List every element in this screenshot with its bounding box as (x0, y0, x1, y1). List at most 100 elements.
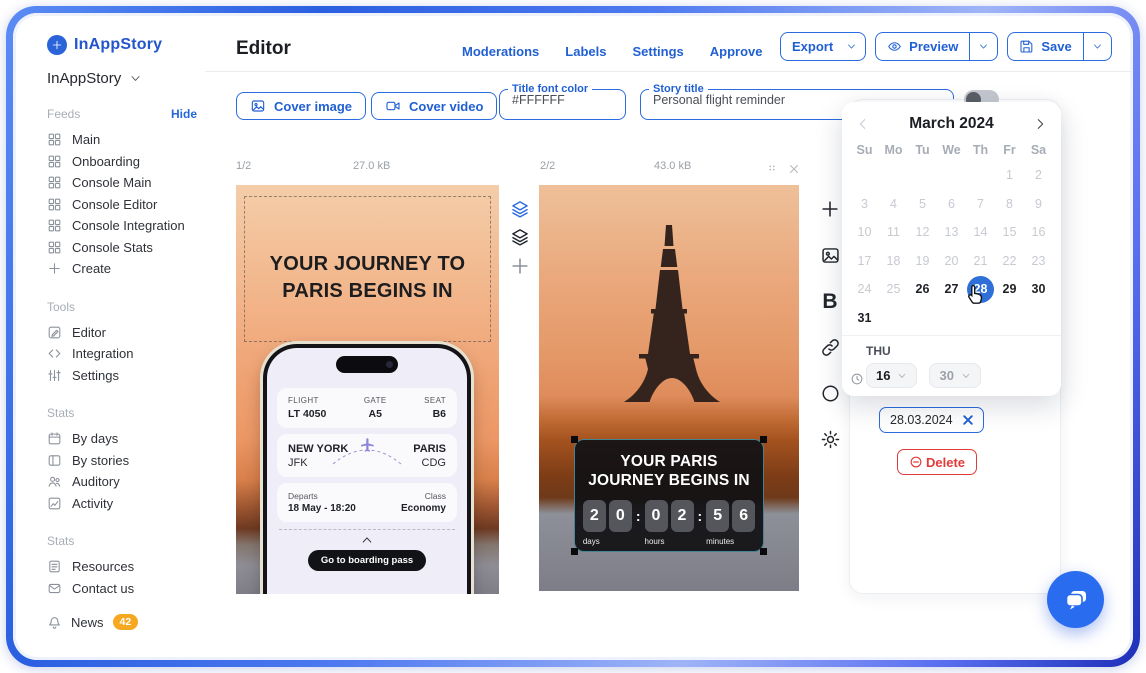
chevron-down-icon (129, 72, 142, 85)
clear-date-icon[interactable] (961, 413, 975, 427)
chat-launcher-button[interactable] (1047, 571, 1104, 628)
sidebar-item-auditory[interactable]: Auditory (47, 471, 205, 493)
calendar-day-23[interactable]: 23 (1024, 247, 1053, 276)
sidebar-item-news[interactable]: News 42 (47, 614, 139, 630)
calendar-day-31[interactable]: 31 (850, 304, 879, 333)
sidebar-item-create[interactable]: Create (47, 258, 205, 280)
slide1-canvas[interactable]: YOUR JOURNEY TO PARIS BEGINS IN FLIGHT LT… (236, 185, 499, 594)
export-button[interactable]: Export (780, 32, 867, 61)
layers-front-icon[interactable] (510, 199, 530, 219)
header-link-settings[interactable]: Settings (632, 44, 683, 59)
calendar-day-19[interactable]: 19 (908, 247, 937, 276)
page-title: Editor (236, 38, 291, 59)
sidebar-item-integration[interactable]: Integration (47, 343, 205, 365)
calendar-day-20[interactable]: 20 (937, 247, 966, 276)
calendar-day-9[interactable]: 9 (1024, 190, 1053, 219)
save-button[interactable]: Save (1008, 33, 1082, 60)
sidebar-item-by-days[interactable]: By days (47, 428, 205, 450)
countdown-digit: 0 (644, 499, 668, 532)
minute-select[interactable]: 30 (929, 363, 981, 388)
calendar-day-5[interactable]: 5 (908, 190, 937, 219)
brand-logo[interactable]: InAppStory (47, 35, 205, 55)
sidebar-item-console-integration[interactable]: Console Integration (47, 215, 205, 237)
calendar-day-4[interactable]: 4 (879, 190, 908, 219)
add-shape-button[interactable] (819, 382, 841, 404)
sidebar-item-by-stories[interactable]: By stories (47, 450, 205, 472)
calendar-day-6[interactable]: 6 (937, 190, 966, 219)
next-month-button[interactable] (1033, 117, 1047, 131)
calendar-day-12[interactable]: 12 (908, 218, 937, 247)
calendar-day-15[interactable]: 15 (995, 218, 1024, 247)
sidebar-item-console-stats[interactable]: Console Stats (47, 237, 205, 259)
add-layer-icon[interactable] (509, 255, 531, 277)
calendar-day-3[interactable]: 3 (850, 190, 879, 219)
calendar-day-18[interactable]: 18 (879, 247, 908, 276)
save-dropdown-button[interactable] (1082, 33, 1111, 60)
header-link-approve[interactable]: Approve (710, 44, 763, 59)
boarding-pass-button[interactable]: Go to boarding pass (307, 550, 427, 572)
close-slide-icon[interactable] (787, 162, 801, 176)
sidebar-item-settings[interactable]: Settings (47, 365, 205, 387)
calendar-day-17[interactable]: 17 (850, 247, 879, 276)
calendar-days: 1 2 3 4 5 6 7 8 9 10 11 12 13 14 15 16 17 18 19 20 21 22 23 24 2… (842, 161, 1061, 332)
cover-image-button[interactable]: Cover image (236, 92, 367, 120)
add-link-button[interactable] (819, 336, 841, 358)
section-label-stats-2: Stats (47, 406, 75, 420)
calendar-day-22[interactable]: 22 (995, 247, 1024, 276)
sidebar-item-onboarding[interactable]: Onboarding (47, 151, 205, 173)
sidebar-item-activity[interactable]: Activity (47, 493, 205, 515)
sidebar-item-console-main[interactable]: Console Main (47, 172, 205, 194)
calendar-day-13[interactable]: 13 (937, 218, 966, 247)
settings-button[interactable] (819, 428, 841, 450)
cover-video-button[interactable]: Cover video (371, 92, 498, 120)
calendar-day-2[interactable]: 2 (1024, 161, 1053, 190)
calendar-day-30[interactable]: 30 (1024, 275, 1053, 304)
sidebar-item-contact-us[interactable]: Contact us (47, 578, 205, 600)
calendar-day-27[interactable]: 27 (937, 275, 966, 304)
add-image-button[interactable] (819, 244, 841, 266)
image-icon (250, 98, 266, 114)
preview-button[interactable]: Preview (876, 33, 969, 60)
calendar-day-16[interactable]: 16 (1024, 218, 1053, 247)
calendar-day-11[interactable]: 11 (879, 218, 908, 247)
calendar-day-8[interactable]: 8 (995, 190, 1024, 219)
calendar-day-21[interactable]: 21 (966, 247, 995, 276)
calendar-day-14[interactable]: 14 (966, 218, 995, 247)
calendar-day-1[interactable]: 1 (995, 161, 1024, 190)
hour-select[interactable]: 16 (866, 363, 918, 388)
chevron-down-icon (897, 371, 907, 381)
drag-handle-icon[interactable] (765, 162, 779, 176)
sidebar-item-resources[interactable]: Resources (47, 556, 205, 578)
title-font-color-value: #FFFFFF (512, 93, 565, 107)
chevron-down-icon (961, 371, 971, 381)
eye-icon (887, 39, 902, 54)
add-text-button[interactable]: B (819, 290, 841, 312)
calendar-day-26[interactable]: 26 (908, 275, 937, 304)
scheduled-date-chip[interactable]: 28.03.2024 (879, 407, 984, 433)
title-font-color-field[interactable]: Title font color #FFFFFF (499, 83, 626, 120)
slide2-canvas[interactable]: YOUR PARIS JOURNEY BEGINS IN 2 0 days:0 2 ho… (539, 185, 799, 591)
sidebar-item-console-editor[interactable]: Console Editor (47, 194, 205, 216)
preview-dropdown-button[interactable] (969, 33, 997, 60)
sidebar-item-editor[interactable]: Editor (47, 322, 205, 344)
calendar-empty-cell (937, 304, 966, 333)
calendar-day-10[interactable]: 10 (850, 218, 879, 247)
slide1-headline[interactable]: YOUR JOURNEY TO PARIS BEGINS IN (236, 251, 499, 305)
mail-icon (47, 581, 62, 596)
sidebar-item-main[interactable]: Main (47, 129, 205, 151)
chart-icon (47, 496, 62, 511)
calendar-day-7[interactable]: 7 (966, 190, 995, 219)
header-link-moderations[interactable]: Moderations (462, 44, 539, 59)
countdown-widget[interactable]: YOUR PARIS JOURNEY BEGINS IN 2 0 days:0 2 ho… (571, 436, 767, 555)
calendar-day-29[interactable]: 29 (995, 275, 1024, 304)
calendar-empty-cell (850, 161, 879, 190)
delete-schedule-button[interactable]: Delete (897, 449, 978, 475)
calendar-day-25[interactable]: 25 (879, 275, 908, 304)
layers-back-icon[interactable] (510, 227, 530, 247)
hide-feeds-link[interactable]: Hide (171, 107, 197, 121)
add-element-button[interactable] (819, 198, 841, 220)
workspace-selector[interactable]: InAppStory (47, 70, 205, 87)
header-link-labels[interactable]: Labels (565, 44, 606, 59)
calendar-day-24[interactable]: 24 (850, 275, 879, 304)
previous-month-button[interactable] (856, 117, 870, 131)
